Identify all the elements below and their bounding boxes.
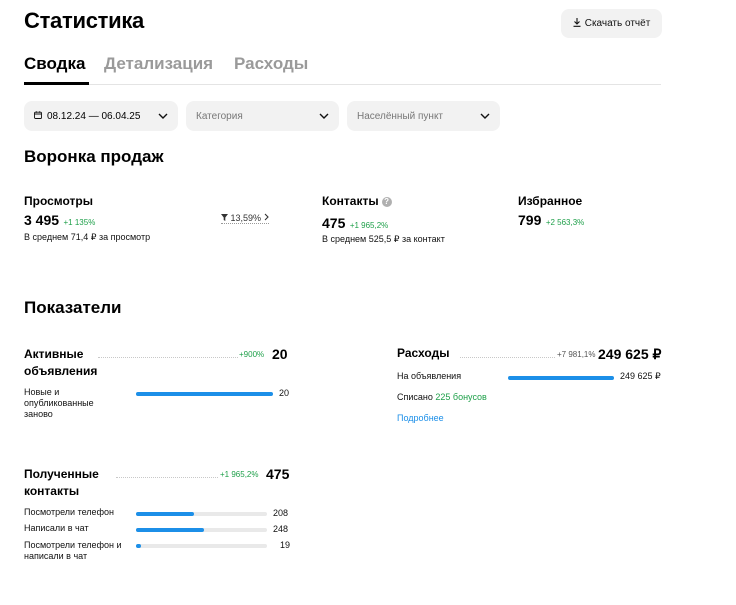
contacts-row-bar [136, 544, 267, 548]
contacts-row-value: 19 [280, 540, 291, 550]
views-delta: +1 135% [63, 218, 96, 227]
conversion-value: 13,59% [230, 213, 262, 223]
expenses-row-label: На объявления [397, 371, 462, 381]
contacts-row-value: 248 [273, 524, 289, 534]
conversion-link[interactable]: 13,59% [221, 213, 269, 224]
expenses-row-bar [508, 376, 614, 380]
active-ads-value: 20 [272, 346, 288, 362]
tabs-divider [24, 84, 661, 85]
contacts-row-fill [136, 544, 142, 548]
contacts-row-label: Посмотрели телефон [24, 507, 114, 517]
active-ads-row-bar [136, 392, 273, 396]
contacts-stat: 475 +1 965,2% [322, 215, 388, 233]
more-details-link[interactable]: Подробнее [397, 413, 444, 423]
received-contacts-label: Полученные контакты [24, 467, 99, 498]
active-ads-delta: +900% [239, 350, 265, 359]
chevron-down-icon [319, 111, 329, 122]
active-ads-row-fill [136, 392, 273, 396]
favorites-delta: +2 563,3% [545, 218, 585, 227]
help-icon[interactable]: ? [381, 196, 392, 207]
contacts-label: Контакты [322, 194, 379, 208]
views-stat: 3 495 +1 135% [24, 212, 95, 230]
page-title: Статистика [24, 8, 144, 33]
contacts-row-value: 208 [273, 508, 289, 518]
category-placeholder: Категория [196, 110, 243, 122]
download-icon [573, 17, 581, 30]
contacts-delta: +1 965,2% [349, 221, 389, 230]
contacts-note: В среднем 525,5 ₽ за контакт [322, 234, 445, 244]
active-tab-indicator [24, 82, 89, 85]
favorites-value: 799 [518, 212, 542, 228]
date-range-value: 08.12.24 — 06.04.25 [47, 110, 141, 122]
chevron-down-icon [480, 111, 490, 122]
contacts-row-label: Написали в чат [24, 523, 89, 533]
contacts-row-fill [136, 528, 205, 532]
city-placeholder: Населённый пункт [357, 110, 444, 122]
contacts-label-wrap: Контакты? [322, 194, 392, 208]
views-value: 3 495 [24, 212, 60, 228]
category-select[interactable]: Категория [186, 101, 339, 131]
received-contacts-delta: +1 965,2% [220, 470, 259, 479]
funnel-title: Воронка продаж [24, 147, 164, 166]
active-ads-row-value: 20 [279, 388, 290, 398]
bonus-prefix: Списано [397, 392, 433, 402]
received-contacts-value: 475 [266, 466, 290, 482]
views-label: Просмотры [24, 194, 94, 208]
views-note: В среднем 71,4 ₽ за просмотр [24, 232, 151, 242]
contacts-row-bar [136, 528, 267, 532]
tab-expenses[interactable]: Расходы [234, 54, 308, 74]
date-range-select[interactable]: 08.12.24 — 06.04.25 [24, 101, 178, 131]
contacts-row-fill [136, 512, 194, 516]
contacts-value: 475 [322, 215, 346, 231]
chevron-down-icon [158, 111, 168, 122]
tab-summary[interactable]: Сводка [24, 54, 85, 74]
calendar-icon [34, 110, 42, 122]
expenses-delta: +7 981,1% [557, 350, 596, 359]
expenses-value: 249 625 ₽ [598, 346, 662, 362]
chevron-right-icon [264, 213, 269, 223]
active-ads-label: Активные объявления [24, 347, 98, 378]
favorites-stat: 799 +2 563,3% [518, 212, 584, 230]
city-select[interactable]: Населённый пункт [347, 101, 500, 131]
tab-details[interactable]: Детализация [104, 54, 213, 74]
bonus-link[interactable]: 225 бонусов [435, 392, 486, 402]
contacts-row-bar [136, 512, 267, 516]
favorites-label: Избранное [518, 194, 583, 208]
bonus-line: Списано 225 бонусов [397, 392, 487, 402]
active-ads-row-label: Новые и опубликованные заново [24, 387, 94, 419]
expenses-row-fill [508, 376, 614, 380]
expenses-row-value: 249 625 ₽ [620, 371, 661, 381]
download-report-button[interactable]: Скачать отчёт [561, 9, 662, 38]
contacts-row-label: Посмотрели телефон и написали в чат [24, 540, 122, 561]
funnel-icon [221, 213, 228, 223]
indicators-title: Показатели [24, 298, 122, 317]
download-report-label: Скачать отчёт [584, 18, 651, 29]
expenses-label: Расходы [397, 346, 450, 360]
leader-dots [460, 357, 555, 358]
leader-dots [98, 357, 238, 358]
leader-dots [116, 477, 218, 478]
